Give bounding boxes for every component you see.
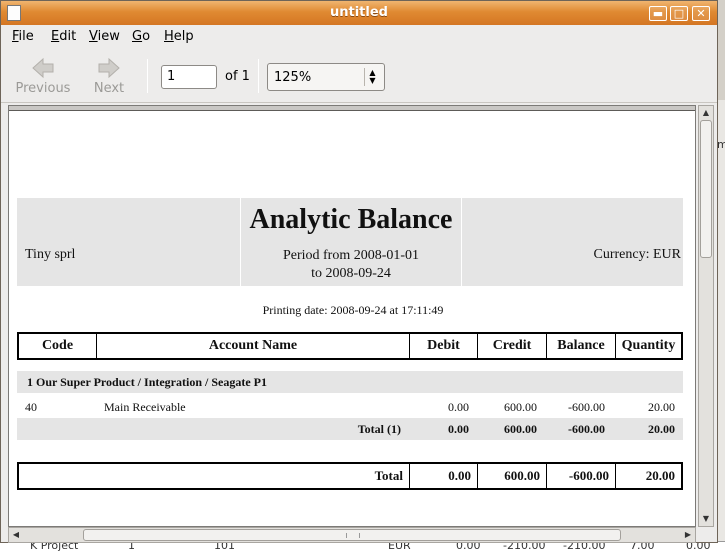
page-number-input[interactable]: 1 bbox=[161, 65, 217, 89]
arrow-right-icon bbox=[98, 57, 120, 79]
menu-view[interactable]: View bbox=[89, 29, 120, 44]
arrow-left-icon bbox=[32, 57, 54, 79]
horizontal-scrollbar[interactable]: ◀ ▶ bbox=[8, 527, 696, 543]
grand-total-row: Total 0.00 600.00 -600.00 20.00 bbox=[17, 462, 683, 490]
subtotal-debit: 0.00 bbox=[448, 422, 469, 436]
horizontal-scroll-thumb[interactable] bbox=[83, 529, 621, 541]
close-button[interactable]: ✕ bbox=[692, 6, 710, 21]
group-title-row: 1 Our Super Product / Integration / Seag… bbox=[17, 371, 683, 393]
vertical-scrollbar[interactable]: ▲ ▼ bbox=[698, 105, 714, 527]
row-account-name: Main Receivable bbox=[104, 400, 186, 414]
menu-file[interactable]: File bbox=[12, 29, 34, 44]
grand-total-balance: -600.00 bbox=[547, 464, 616, 488]
page-top-border bbox=[9, 106, 695, 111]
toolbar-separator bbox=[258, 59, 259, 93]
grand-total-credit: 600.00 bbox=[478, 464, 547, 488]
currency-label: Currency: EUR bbox=[593, 247, 681, 262]
column-header-quantity: Quantity bbox=[621, 338, 676, 353]
page-count-label: of 1 bbox=[225, 69, 250, 84]
scroll-right-icon[interactable]: ▶ bbox=[681, 528, 695, 542]
period-to: to 2008-09-24 bbox=[311, 266, 391, 281]
zoom-select[interactable]: 125% ▲ ▼ bbox=[267, 63, 385, 91]
column-header-account-name: Account Name bbox=[97, 334, 410, 358]
table-header: Code Account Name Debit Credit Balance Q… bbox=[17, 332, 683, 360]
row-balance: -600.00 bbox=[568, 400, 605, 414]
zoom-value: 125% bbox=[274, 70, 312, 85]
row-credit: 600.00 bbox=[504, 400, 537, 414]
subtotal-credit: 600.00 bbox=[504, 422, 537, 436]
previous-label: Previous bbox=[15, 81, 71, 96]
grip-icon bbox=[346, 533, 360, 538]
subtotal-balance: -600.00 bbox=[568, 422, 605, 436]
previous-button[interactable]: Previous bbox=[11, 57, 75, 96]
menu-edit[interactable]: Edit bbox=[51, 29, 76, 44]
row-quantity: 20.00 bbox=[648, 400, 675, 414]
menu-help[interactable]: Help bbox=[164, 29, 194, 44]
next-button[interactable]: Next bbox=[77, 57, 141, 96]
printing-date: Printing date: 2008-09-24 at 17:11:49 bbox=[262, 303, 444, 317]
scroll-down-icon[interactable]: ▼ bbox=[699, 512, 713, 526]
period-range: Period from 2008-01-01 to 2008-09-24 bbox=[241, 247, 461, 283]
toolbar-separator bbox=[147, 59, 148, 93]
window-title: untitled bbox=[330, 5, 388, 20]
scroll-up-icon[interactable]: ▲ bbox=[699, 106, 713, 120]
company-name: Tiny sprl bbox=[25, 247, 76, 262]
column-header-balance: Balance bbox=[547, 334, 616, 358]
grand-total-debit: 0.00 bbox=[410, 464, 478, 488]
row-debit: 0.00 bbox=[448, 400, 469, 414]
period-from: Period from 2008-01-01 bbox=[282, 248, 420, 263]
column-header-credit: Credit bbox=[478, 334, 547, 358]
group-title: 1 Our Super Product / Integration / Seag… bbox=[27, 375, 267, 389]
toolbar: Previous Next 1 of 1 125% ▲ ▼ bbox=[1, 49, 717, 103]
menu-bar: File Edit View Go Help bbox=[1, 25, 717, 49]
column-header-code: Code bbox=[19, 334, 97, 358]
spin-arrows-icon: ▲ ▼ bbox=[364, 68, 380, 86]
minimize-button[interactable]: ▬ bbox=[649, 6, 667, 21]
menu-go[interactable]: Go bbox=[132, 29, 150, 44]
next-label: Next bbox=[93, 81, 125, 96]
maximize-button[interactable]: □ bbox=[670, 6, 688, 21]
vertical-scroll-thumb[interactable] bbox=[700, 120, 712, 258]
grand-total-quantity: 20.00 bbox=[645, 468, 675, 483]
column-header-debit: Debit bbox=[410, 334, 478, 358]
scroll-left-icon[interactable]: ◀ bbox=[9, 528, 23, 542]
grand-total-label: Total bbox=[19, 464, 410, 488]
row-code: 40 bbox=[25, 400, 37, 414]
title-bar[interactable]: untitled ▬ □ ✕ bbox=[1, 1, 717, 25]
document-page[interactable]: Analytic Balance Tiny sprl Period from 2… bbox=[8, 105, 696, 527]
document-viewer-window: untitled ▬ □ ✕ File Edit View Go Help Pr… bbox=[0, 0, 718, 543]
background-app-edge: m bbox=[717, 100, 725, 541]
report-title: Analytic Balance bbox=[249, 204, 453, 235]
background-app-edge-text: m bbox=[717, 138, 725, 151]
subtotal-quantity: 20.00 bbox=[648, 422, 675, 436]
subtotal-label: Total (1) bbox=[357, 422, 401, 436]
header-divider bbox=[461, 198, 462, 286]
